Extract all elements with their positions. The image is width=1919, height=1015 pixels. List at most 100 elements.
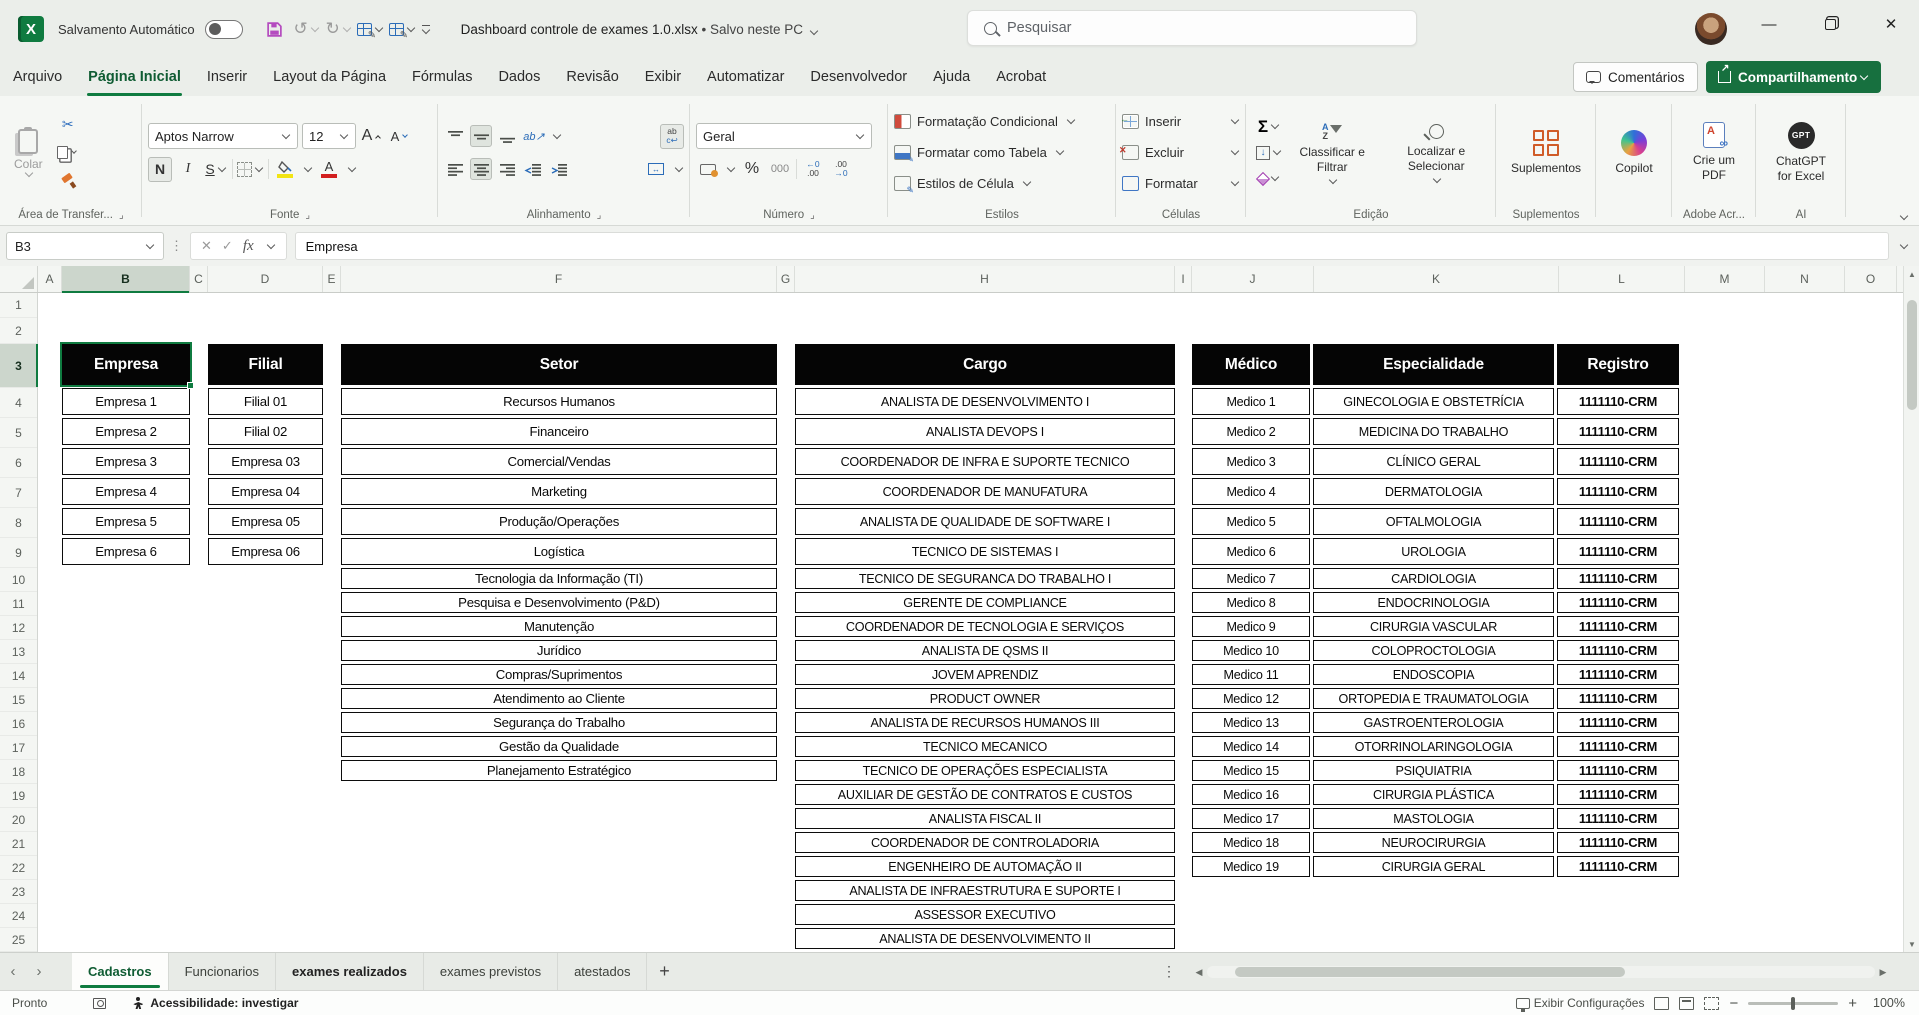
- cell-medicos-row13-col3[interactable]: 1111110-CRM: [1557, 640, 1679, 661]
- horizontal-scroll-thumb[interactable]: [1235, 967, 1625, 977]
- cell-medicos-row8-col1[interactable]: Medico 5: [1192, 508, 1310, 535]
- cell-medicos-row13-col2[interactable]: COLOPROCTOLOGIA: [1313, 640, 1554, 661]
- cell-cargo-row8[interactable]: ANALISTA DE QUALIDADE DE SOFTWARE I: [795, 508, 1175, 535]
- cell-cargo-row6[interactable]: COORDENADOR DE INFRA E SUPORTE TECNICO: [795, 448, 1175, 475]
- cell-cargo-row4[interactable]: ANALISTA DE DESENVOLVIMENTO I: [795, 388, 1175, 415]
- scroll-right-icon[interactable]: ▶: [1875, 967, 1891, 978]
- cut-icon[interactable]: ✂: [55, 113, 81, 137]
- fill-icon[interactable]: ↓: [1256, 141, 1282, 165]
- cell-medicos-row16-col1[interactable]: Medico 13: [1192, 712, 1310, 733]
- borders-icon[interactable]: [237, 157, 264, 182]
- page-layout-view-icon[interactable]: [1679, 997, 1694, 1010]
- cell-setor-row15[interactable]: Atendimento ao Cliente: [341, 688, 777, 709]
- decrease-font-icon[interactable]: A: [388, 124, 412, 149]
- cell-cargo-row15[interactable]: PRODUCT OWNER: [795, 688, 1175, 709]
- decrease-indent-icon[interactable]: [522, 158, 544, 180]
- sheet-nav-left-icon[interactable]: ‹: [0, 953, 26, 990]
- delete-cells-button[interactable]: Excluir: [1122, 137, 1240, 168]
- cell-cargo-row23[interactable]: ANALISTA DE INFRAESTRUTURA E SUPORTE I: [795, 880, 1175, 901]
- insert-function-icon[interactable]: fx: [243, 238, 254, 255]
- share-button[interactable]: Compartilhamento: [1706, 61, 1881, 93]
- cell-medicos-row19-col3[interactable]: 1111110-CRM: [1557, 784, 1679, 805]
- copilot-button[interactable]: Copilot: [1609, 130, 1658, 176]
- column-header-m[interactable]: M: [1685, 266, 1765, 292]
- cell-medicos-row4-col3[interactable]: 1111110-CRM: [1557, 388, 1679, 415]
- new-sheet-button[interactable]: +: [647, 953, 681, 990]
- cell-medicos-row12-col1[interactable]: Medico 9: [1192, 616, 1310, 637]
- accessibility-status[interactable]: Acessibilidade: investigar: [150, 996, 298, 1010]
- cell-medicos-row12-col2[interactable]: CIRURGIA VASCULAR: [1313, 616, 1554, 637]
- cell-medicos-row5-col3[interactable]: 1111110-CRM: [1557, 418, 1679, 445]
- autosum-icon[interactable]: Σ: [1256, 115, 1282, 139]
- sheet-area[interactable]: EmpresaEmpresa 1Empresa 2Empresa 3Empres…: [0, 293, 1903, 952]
- column-header-a[interactable]: A: [38, 266, 62, 292]
- column-header-b[interactable]: B: [62, 266, 190, 292]
- ribbon-tab-dados[interactable]: Dados: [485, 58, 553, 96]
- sheet-tab-cadastros[interactable]: Cadastros: [72, 953, 169, 990]
- cell-medicos-row17-col3[interactable]: 1111110-CRM: [1557, 736, 1679, 757]
- vertical-scrollbar[interactable]: ▲ ▼: [1903, 266, 1919, 952]
- cell-cargo-row14[interactable]: JOVEM APRENDIZ: [795, 664, 1175, 685]
- align-top-icon[interactable]: [444, 125, 466, 147]
- cell-cargo-row12[interactable]: COORDENADOR DE TECNOLOGIA E SERVIÇOS: [795, 616, 1175, 637]
- underline-button[interactable]: S: [204, 157, 228, 182]
- align-bottom-icon[interactable]: [496, 125, 518, 147]
- format-cells-button[interactable]: Formatar: [1122, 168, 1240, 199]
- table-setor-header-setor[interactable]: Setor: [341, 344, 777, 385]
- italic-button[interactable]: I: [176, 157, 200, 182]
- cell-medicos-row13-col1[interactable]: Medico 10: [1192, 640, 1310, 661]
- cell-medicos-row12-col3[interactable]: 1111110-CRM: [1557, 616, 1679, 637]
- quick-macro-button-2[interactable]: [387, 14, 419, 44]
- cell-setor-row11[interactable]: Pesquisa e Desenvolvimento (P&D): [341, 592, 777, 613]
- cell-medicos-row8-col3[interactable]: 1111110-CRM: [1557, 508, 1679, 535]
- cell-empresa-row8[interactable]: Empresa 5: [62, 508, 190, 535]
- minimize-button[interactable]: —: [1744, 0, 1794, 48]
- cell-filial-row7[interactable]: Empresa 04: [208, 478, 323, 505]
- cell-setor-row6[interactable]: Comercial/Vendas: [341, 448, 777, 475]
- sheet-grid[interactable]: 1234567891011121314151617181920212223242…: [0, 293, 1903, 952]
- sheet-tab-exames-previstos[interactable]: exames previstos: [424, 953, 558, 990]
- cell-medicos-row19-col2[interactable]: CIRURGIA PLÁSTICA: [1313, 784, 1554, 805]
- column-header-f[interactable]: F: [341, 266, 777, 292]
- sheet-tab-funcionarios[interactable]: Funcionarios: [169, 953, 276, 990]
- align-right-icon[interactable]: [496, 158, 518, 180]
- horizontal-scrollbar[interactable]: ◀ ▶: [1191, 962, 1891, 982]
- excel-logo-icon[interactable]: X: [18, 16, 44, 42]
- cell-empresa-row7[interactable]: Empresa 4: [62, 478, 190, 505]
- scroll-up-icon[interactable]: ▲: [1904, 266, 1919, 282]
- increase-font-icon[interactable]: A: [360, 124, 384, 149]
- column-header-k[interactable]: K: [1314, 266, 1559, 292]
- cancel-entry-icon[interactable]: ✕: [201, 238, 212, 254]
- decrease-decimal-icon[interactable]: .00→0: [829, 157, 853, 182]
- cell-setor-row9[interactable]: Logística: [341, 538, 777, 565]
- cell-medicos-row17-col2[interactable]: OTORRINOLARINGOLOGIA: [1313, 736, 1554, 757]
- fill-handle[interactable]: [187, 382, 194, 389]
- ribbon-tab-arquivo[interactable]: Arquivo: [0, 58, 75, 96]
- table-empresa-header-empresa[interactable]: Empresa: [62, 344, 190, 385]
- cell-medicos-row5-col1[interactable]: Medico 2: [1192, 418, 1310, 445]
- redo-button[interactable]: ↻: [323, 14, 355, 44]
- align-middle-icon[interactable]: [470, 125, 492, 147]
- cell-cargo-row17[interactable]: TECNICO MECANICO: [795, 736, 1175, 757]
- column-header-e[interactable]: E: [323, 266, 341, 292]
- vertical-scroll-thumb[interactable]: [1907, 300, 1917, 410]
- copy-icon[interactable]: [55, 141, 81, 165]
- cell-medicos-row9-col1[interactable]: Medico 6: [1192, 538, 1310, 565]
- insert-cells-button[interactable]: Inserir: [1122, 106, 1240, 137]
- create-pdf-button[interactable]: Crie um PDF: [1678, 122, 1750, 183]
- column-header-h[interactable]: H: [795, 266, 1175, 292]
- column-header-o[interactable]: O: [1845, 266, 1897, 292]
- cell-medicos-row16-col3[interactable]: 1111110-CRM: [1557, 712, 1679, 733]
- chatgpt-button[interactable]: GPT ChatGPT for Excel: [1762, 122, 1840, 184]
- cell-setor-row8[interactable]: Produção/Operações: [341, 508, 777, 535]
- cell-filial-row6[interactable]: Empresa 03: [208, 448, 323, 475]
- orientation-icon[interactable]: ab↗: [522, 124, 546, 149]
- cell-medicos-row22-col3[interactable]: 1111110-CRM: [1557, 856, 1679, 877]
- bold-button[interactable]: N: [148, 157, 172, 182]
- cell-setor-row17[interactable]: Gestão da Qualidade: [341, 736, 777, 757]
- table-medicos-header-medico[interactable]: Médico: [1192, 344, 1310, 385]
- cell-medicos-row11-col3[interactable]: 1111110-CRM: [1557, 592, 1679, 613]
- table-medicos-header-especialidade[interactable]: Especialidade: [1313, 344, 1554, 385]
- column-header-l[interactable]: L: [1559, 266, 1685, 292]
- alignment-dialog-launcher[interactable]: ⌟: [597, 210, 602, 221]
